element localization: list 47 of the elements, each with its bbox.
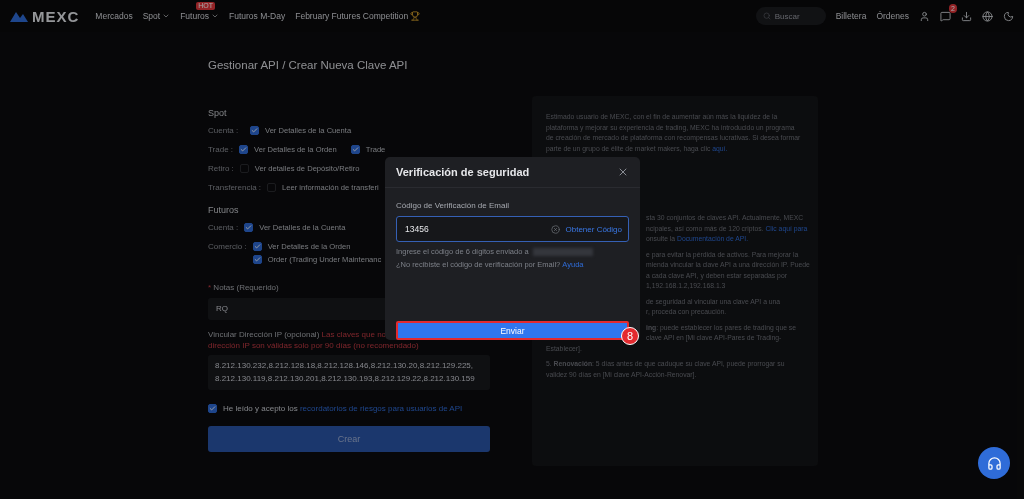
message-icon: [940, 10, 951, 22]
permission-label: Cuenta :: [208, 126, 240, 135]
download-icon: [961, 10, 972, 22]
dialog-title: Verificación de seguridad: [396, 166, 530, 178]
nav-link[interactable]: Futuros M-Day: [229, 11, 286, 21]
get-code-link[interactable]: Obtener Código: [565, 224, 622, 234]
search-icon: [762, 12, 771, 20]
checkbox[interactable]: [350, 145, 360, 154]
permission-label: Retiro :: [208, 164, 234, 173]
checkbox[interactable]: [250, 126, 259, 135]
trophy-icon: [410, 11, 421, 21]
code-input[interactable]: 13456 Obtener Código: [396, 216, 629, 242]
search-field[interactable]: Buscar: [755, 7, 826, 25]
permission-label: Transferencia :: [208, 183, 262, 192]
ip-warning: dirección IP son válidas solo por 90 días (no recomendado): [208, 341, 419, 351]
field-label: Código de Verificación de Email: [396, 201, 509, 210]
globe-icon: [982, 10, 993, 22]
nav-link[interactable]: Mercados: [95, 11, 133, 21]
nav-link[interactable]: Órdenes: [876, 11, 909, 21]
agreement-text: He leído y acepto los recordatorios de riesgos para usuarios de API: [223, 404, 463, 414]
section-title: Spot: [208, 108, 227, 118]
checkbox[interactable]: [208, 404, 217, 414]
nav-link[interactable]: Spot: [142, 11, 171, 21]
nav-link[interactable]: February Futures Competition: [295, 11, 421, 21]
page-title: Gestionar API / Crear Nueva Clave API: [208, 59, 409, 71]
notes-label: * Notas (Requerido): [208, 283, 279, 292]
checkbox[interactable]: [239, 145, 249, 154]
caret-icon: [211, 12, 219, 20]
checkbox[interactable]: [252, 255, 262, 264]
logo-text: MEXC: [32, 7, 80, 25]
logo-icon: [10, 10, 28, 22]
checkbox[interactable]: [252, 242, 262, 251]
support-button[interactable]: [978, 447, 1010, 479]
section-title: Futuros: [208, 205, 239, 215]
permission-label: Trade :: [208, 145, 234, 154]
clear-icon: [550, 224, 560, 234]
caret-icon: [162, 12, 171, 20]
permission-label: Cuenta :: [208, 223, 239, 232]
permission-label: Comercio :: [208, 242, 247, 251]
redacted-email: [532, 247, 593, 256]
nav-link[interactable]: Billetera: [835, 11, 867, 21]
headset-icon: [986, 455, 1002, 471]
ip-field[interactable]: 8.212.130.232,8.212.128.18,8.212.128.146,8.212.130.20,8.212.129.225, 8.212.130.119,8.212.130.201,8.212.130.193,8.212.129.22,8.212.130.159: [208, 355, 490, 391]
checkbox[interactable]: [244, 223, 254, 232]
close-button[interactable]: [617, 166, 629, 178]
user-icon: [919, 10, 930, 22]
moon-icon: [1003, 10, 1014, 22]
